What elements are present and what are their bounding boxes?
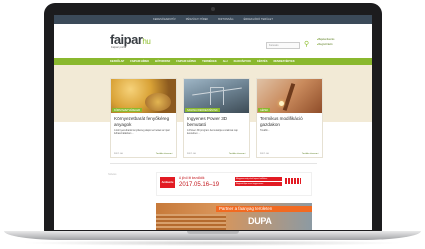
site-header: faiparhu Faipari portál Keresés ⚲ Bejele… [54,24,372,58]
ad-stripes [285,178,301,184]
site-tagline: Faipari portál [111,46,127,49]
ad-kicker: A jövő itt kezdődik [179,176,205,180]
nav-item[interactable]: KEZDŐLAP [110,60,124,63]
category-tag[interactable]: GÉPEK [258,108,271,112]
ad-headline: Partner a faanyag területen [216,206,312,212]
card-footer: 2017. 04. Tovább olvasom › [260,153,319,155]
laptop-bezel: KERESŐ&ARCHÍV PÉNZÜGYI HÍREK BIZTONSÁG É… [44,3,382,232]
nav-item[interactable]: ALJ [223,60,228,63]
search-input[interactable]: Keresés [266,42,300,49]
nav-item[interactable]: TERMÉKEK [202,60,217,63]
article-excerpt: A környezetbarát fenyőkéreg alapú termék… [114,129,170,135]
ad-line: Regisztráljon most ingyenesen [235,182,282,186]
article-title[interactable]: Környezetbarát fenyőkéreg anyagok [111,113,176,127]
nav-item[interactable]: FAIPARI GÉPEK [176,60,196,63]
ad-brand: DUPA [248,216,272,226]
card-footer: 2017. 04. Tovább olvasom › [114,153,173,155]
article-excerpt: Tovább... [260,129,270,132]
laptop-shadow [20,240,405,246]
category-tag[interactable]: SZAKMAI RENDEZVÉNYEK [185,108,220,112]
ambiente-ad-banner[interactable]: Ambiente A jövő itt kezdődik 2017.05.16–… [156,172,312,196]
site-logo[interactable]: faiparhu [110,32,151,47]
laptop-screen: KERESŐ&ARCHÍV PÉNZÜGYI HÍREK BIZTONSÁG É… [54,15,372,230]
category-tag[interactable]: KÖRNYEZETVÉDELEM [112,108,143,112]
article-date: 2017. 04. [260,153,270,155]
factory-rig [210,87,224,105]
logo-main: faipar [110,32,143,47]
nav-item[interactable]: BÚTORIPAR [155,60,170,63]
main-navigation: KEZDŐLAP FAIPARI HÍREK BÚTORIPAR FAIPARI… [54,58,372,65]
read-more-link[interactable]: Tovább olvasom › [302,153,319,155]
divider [110,163,317,164]
card-footer: 2017. 04. Tovább olvasom › [187,153,246,155]
ad-label: hirdetés [108,173,117,176]
nav-item[interactable]: FAIPARI HÍREK [130,60,149,63]
read-more-link[interactable]: Tovább olvasom › [229,153,246,155]
logo-suffix: hu [142,37,151,46]
nav-item[interactable]: KIADVÁNYOK [234,60,251,63]
ad-date: 2017.05.16–19 [179,182,220,188]
article-date: 2017. 04. [114,153,124,155]
lumber-stack [156,214,226,230]
featured-cards: KÖRNYEZETVÉDELEM Környezetbarát fenyőkér… [110,78,323,158]
article-image[interactable]: KÖRNYEZETVÉDELEM [111,79,176,113]
topnav-item[interactable]: KERESŐ&ARCHÍV [153,18,176,21]
nav-item[interactable]: RENDEZVÉNYEK [273,60,294,63]
read-more-link[interactable]: Tovább olvasom › [156,153,173,155]
article-card[interactable]: KÖRNYEZETVÉDELEM Környezetbarát fenyőkér… [110,78,177,158]
weld-arm [282,83,296,111]
ad-line: Magyarország első faipari kiállítása [235,177,282,181]
laptop-notch [187,231,239,234]
article-excerpt: A Power 3D program bemutatója a szakmai … [187,129,238,135]
weld-spark [279,101,284,106]
article-date: 2017. 04. [187,153,197,155]
header-links: Bejelentkezés Regisztráció [317,38,334,46]
article-title[interactable]: Termikus modifikáció gazdakon [257,113,322,127]
article-title[interactable]: Ingyenes Power 3D bemutató [184,113,249,127]
search-icon[interactable]: ⚲ [304,41,309,48]
topnav-item[interactable]: PÉNZÜGYI HÍREK [186,18,209,21]
article-card[interactable]: SZAKMAI RENDEZVÉNYEK Ingyenes Power 3D b… [183,78,250,158]
topnav-item[interactable]: BIZTONSÁG [218,18,233,21]
topnav-item[interactable]: ÉRDEKLŐDŐ TERÜLET [244,18,273,21]
top-navigation: KERESŐ&ARCHÍV PÉNZÜGYI HÍREK BIZTONSÁG É… [54,15,372,24]
article-image[interactable]: SZAKMAI RENDEZVÉNYEK [184,79,249,113]
spice-shape [145,93,171,111]
article-card[interactable]: GÉPEK Termikus modifikáció gazdakon Tová… [256,78,323,158]
camera-icon [211,7,215,11]
article-image[interactable]: GÉPEK [257,79,322,113]
nav-item[interactable]: KÉPZÉS [257,60,267,63]
login-link[interactable]: Bejelentkezés [317,38,334,41]
ad-logo: Ambiente [160,177,175,188]
register-link[interactable]: Regisztráció [317,43,334,46]
partner-ad-banner[interactable]: Partner a faanyag területen DUPA [156,203,312,230]
